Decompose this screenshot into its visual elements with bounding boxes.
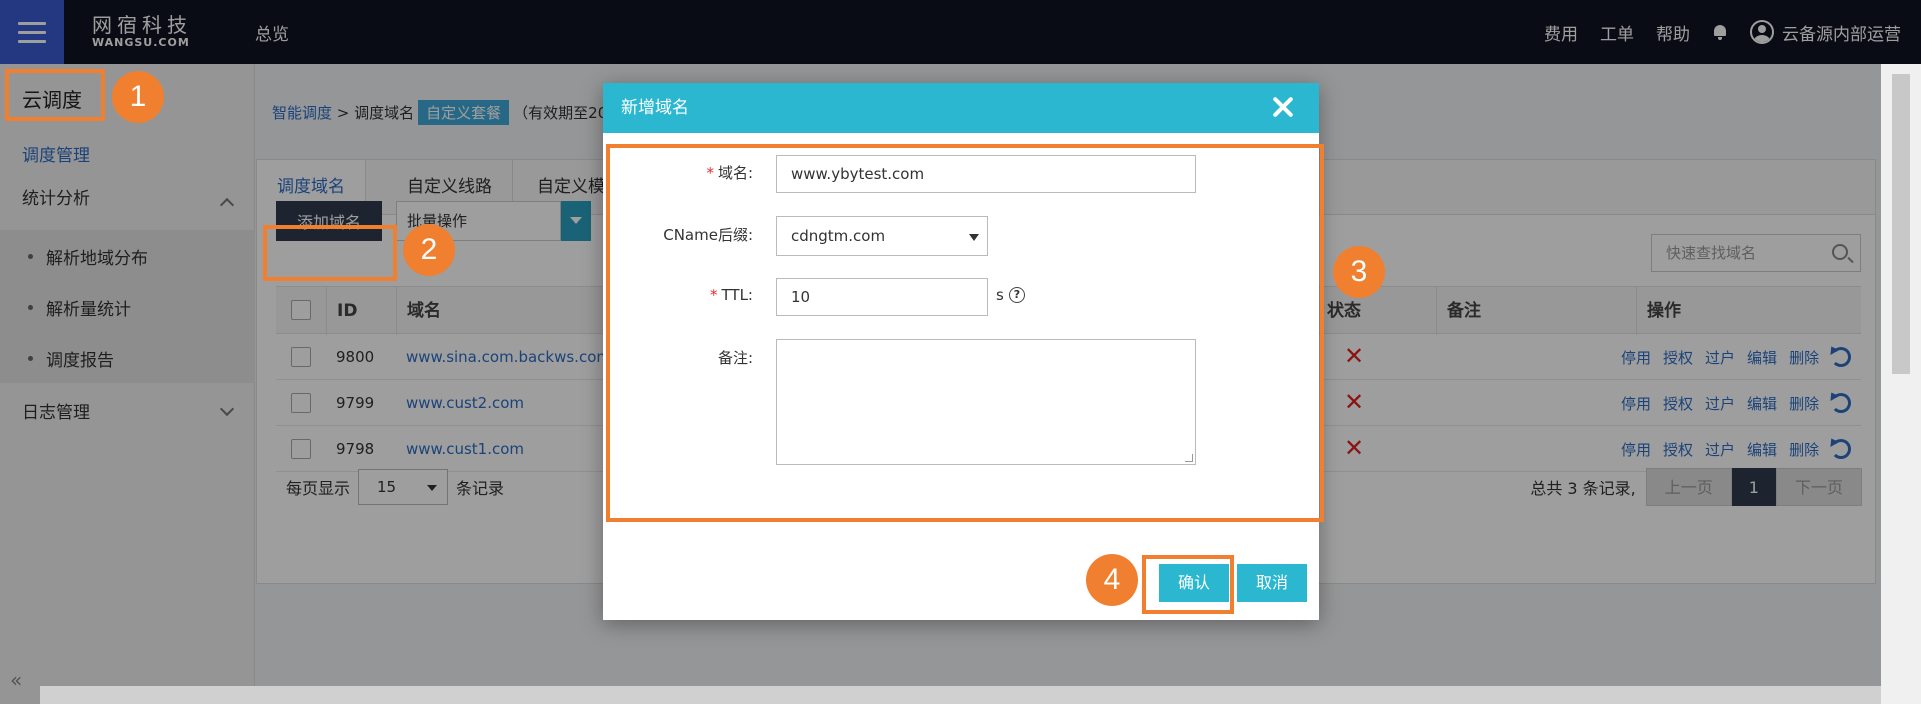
highlight-box-1 bbox=[5, 69, 105, 121]
scrollbar-thumb[interactable] bbox=[1892, 74, 1910, 374]
step-badge-4: 4 bbox=[1086, 554, 1138, 606]
step-badge-2: 2 bbox=[403, 224, 455, 276]
dialog-header: 新增域名 bbox=[603, 83, 1319, 133]
dialog-title: 新增域名 bbox=[621, 98, 689, 118]
close-icon[interactable] bbox=[1269, 93, 1297, 121]
vertical-scrollbar[interactable] bbox=[1881, 64, 1921, 704]
cancel-button[interactable]: 取消 bbox=[1237, 564, 1307, 602]
highlight-box-4 bbox=[1142, 555, 1234, 614]
horizontal-scrollbar[interactable] bbox=[40, 686, 1881, 704]
highlight-box-2 bbox=[263, 225, 397, 281]
highlight-box-3 bbox=[606, 144, 1324, 522]
step-badge-1: 1 bbox=[112, 71, 164, 123]
step-badge-3: 3 bbox=[1333, 246, 1385, 298]
